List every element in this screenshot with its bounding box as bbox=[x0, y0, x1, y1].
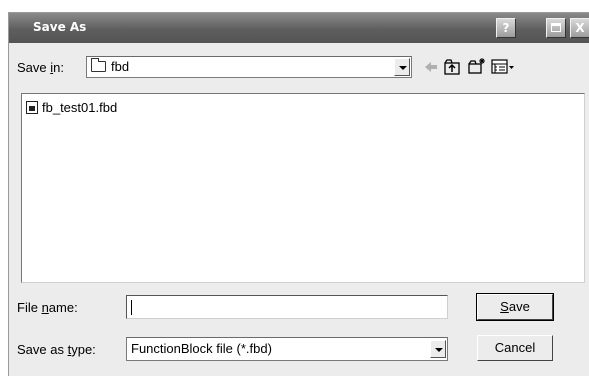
cancel-button[interactable]: Cancel bbox=[477, 335, 553, 361]
file-name-input[interactable] bbox=[126, 295, 448, 319]
save-as-type-dropdown[interactable]: FunctionBlock file (*.fbd) bbox=[126, 337, 448, 361]
file-list[interactable]: fb_test01.fbd bbox=[21, 93, 585, 283]
chevron-down-icon[interactable] bbox=[394, 58, 410, 76]
back-arrow-icon[interactable] bbox=[422, 58, 440, 76]
up-folder-icon[interactable] bbox=[443, 58, 461, 76]
title-bar[interactable]: Save As ? X bbox=[9, 13, 589, 43]
maximize-icon bbox=[551, 23, 561, 32]
folder-icon bbox=[91, 58, 106, 72]
save-in-value: fbd bbox=[111, 59, 130, 74]
save-in-label: Save in: bbox=[17, 60, 64, 75]
maximize-button[interactable] bbox=[546, 18, 566, 38]
close-button[interactable]: X bbox=[570, 18, 589, 38]
text-caret bbox=[131, 300, 132, 315]
chevron-down-icon[interactable] bbox=[430, 340, 446, 358]
dialog-title: Save As bbox=[33, 20, 87, 34]
file-name-text: fb_test01.fbd bbox=[42, 100, 118, 115]
save-as-type-value: FunctionBlock file (*.fbd) bbox=[131, 341, 272, 356]
file-name-label: File name: bbox=[17, 300, 78, 315]
save-in-dropdown[interactable]: fbd bbox=[86, 56, 412, 78]
fbd-file-icon bbox=[26, 101, 38, 114]
save-button[interactable]: Save bbox=[476, 293, 554, 321]
view-menu-icon[interactable] bbox=[491, 58, 515, 76]
save-as-dialog: Save As ? X Save in: fbd fb_test01.fbd F bbox=[8, 12, 589, 376]
save-as-type-label: Save as type: bbox=[17, 342, 96, 357]
help-button[interactable]: ? bbox=[496, 18, 516, 38]
new-folder-icon[interactable] bbox=[468, 57, 486, 75]
